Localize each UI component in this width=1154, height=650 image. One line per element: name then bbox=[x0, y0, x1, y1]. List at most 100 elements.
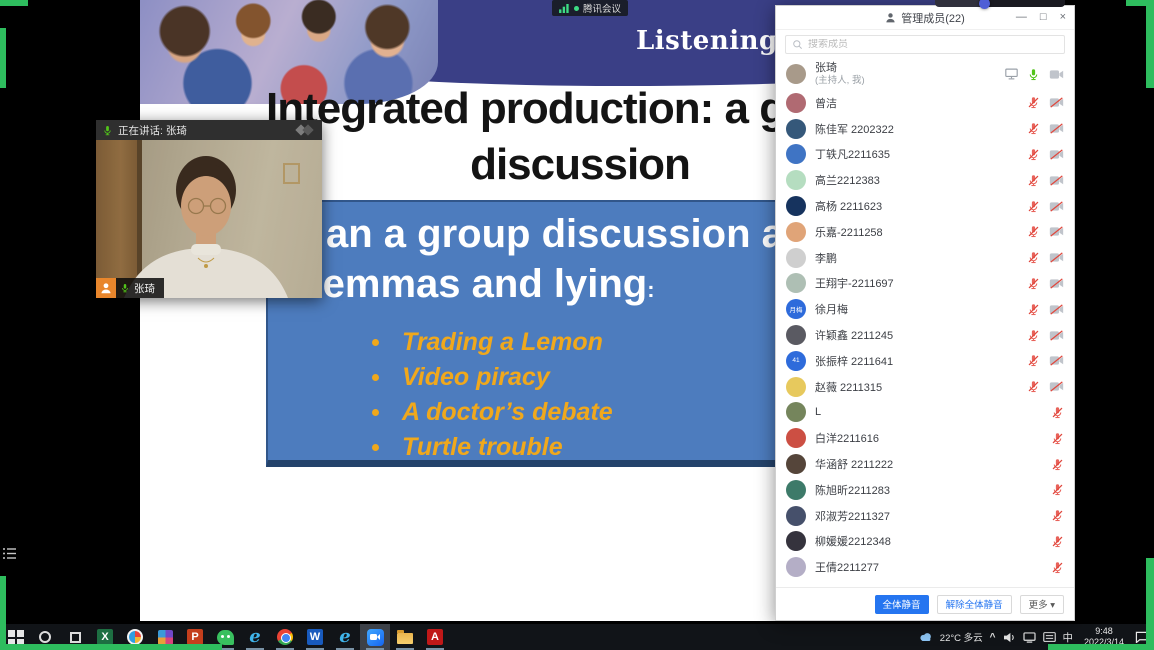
member-row[interactable]: 李鹏 bbox=[776, 245, 1074, 271]
mic-muted-icon[interactable] bbox=[1051, 432, 1064, 445]
recording-dot-icon bbox=[574, 6, 579, 11]
minimize-button[interactable]: — bbox=[1016, 12, 1027, 23]
member-row[interactable]: 邓淑芳2211327 bbox=[776, 503, 1074, 529]
speaking-label: 正在讲话: 张琦 bbox=[118, 123, 187, 138]
member-row[interactable]: 许颖鑫 2211245 bbox=[776, 322, 1074, 348]
member-row[interactable]: 高杨 2211623 bbox=[776, 193, 1074, 219]
hidden-icons-chevron[interactable]: ^ bbox=[990, 632, 996, 643]
member-name: 柳媛媛2212348 bbox=[815, 533, 891, 549]
camera-muted-icon[interactable] bbox=[1049, 175, 1064, 186]
desktop-list-icon[interactable] bbox=[2, 546, 18, 560]
member-row[interactable]: 王翔宇-2211697 bbox=[776, 271, 1074, 297]
camera-muted-icon[interactable] bbox=[1049, 149, 1064, 160]
member-name: 徐月梅 bbox=[815, 301, 848, 317]
mic-muted-icon[interactable] bbox=[1051, 406, 1064, 419]
network-icon[interactable] bbox=[1023, 632, 1036, 643]
mic-muted-icon[interactable] bbox=[1051, 561, 1064, 574]
member-row[interactable]: 王倩2211277 bbox=[776, 554, 1074, 580]
camera-muted-icon[interactable] bbox=[1049, 123, 1064, 134]
ime-indicator[interactable]: 中 bbox=[1063, 630, 1074, 645]
mic-muted-icon[interactable] bbox=[1027, 148, 1040, 161]
member-role-badge bbox=[96, 278, 116, 298]
mic-muted-icon[interactable] bbox=[1027, 225, 1040, 238]
tray-time: 9:48 bbox=[1095, 626, 1113, 636]
ie-icon-2[interactable]: e bbox=[330, 624, 360, 650]
ie-icon[interactable]: e bbox=[240, 624, 270, 650]
meeting-status-badge[interactable]: 腾讯会议 bbox=[552, 0, 628, 16]
mic-muted-icon[interactable] bbox=[1051, 483, 1064, 496]
weather-cloud-icon[interactable] bbox=[919, 632, 933, 642]
meeting-logo-icon bbox=[294, 123, 316, 137]
mic-muted-icon[interactable] bbox=[1051, 458, 1064, 471]
camera-muted-icon[interactable] bbox=[1049, 201, 1064, 212]
camera-muted-icon[interactable] bbox=[1049, 252, 1064, 263]
screen-share-icon[interactable] bbox=[1005, 68, 1018, 80]
mic-muted-icon[interactable] bbox=[1027, 303, 1040, 316]
unmute-all-button[interactable]: 解除全体静音 bbox=[937, 595, 1012, 614]
mic-muted-icon[interactable] bbox=[1027, 329, 1040, 342]
member-name: L bbox=[815, 406, 821, 418]
member-row[interactable]: 乐嘉-2211258 bbox=[776, 219, 1074, 245]
member-row[interactable]: 丁轶凡2211635 bbox=[776, 142, 1074, 168]
member-row[interactable]: 赵薇 2211315 bbox=[776, 374, 1074, 400]
member-row[interactable]: 白洋2211616 bbox=[776, 425, 1074, 451]
close-button[interactable]: × bbox=[1060, 12, 1066, 23]
member-row[interactable]: 柳媛媛2212348 bbox=[776, 529, 1074, 555]
member-row[interactable]: 41 张振梓 2211641 bbox=[776, 348, 1074, 374]
acrobat-icon[interactable]: A bbox=[420, 624, 450, 650]
member-avatar bbox=[786, 248, 806, 268]
mute-all-button[interactable]: 全体静音 bbox=[875, 595, 929, 614]
camera-muted-icon[interactable] bbox=[1049, 355, 1064, 366]
member-row[interactable]: 高兰2212383 bbox=[776, 167, 1074, 193]
camera-muted-icon[interactable] bbox=[1049, 97, 1064, 108]
member-row-host[interactable]: 张琦 (主持人, 我) bbox=[776, 58, 1074, 90]
mic-muted-icon[interactable] bbox=[1027, 174, 1040, 187]
member-row[interactable]: 曾洁 bbox=[776, 90, 1074, 116]
mic-muted-icon[interactable] bbox=[1027, 277, 1040, 290]
member-name: 高兰2212383 bbox=[815, 172, 880, 188]
member-row[interactable]: 月梅 徐月梅 bbox=[776, 296, 1074, 322]
slide-bullet-list: Trading a Lemon Video piracy A doctor’s … bbox=[370, 330, 613, 470]
mic-muted-icon[interactable] bbox=[1027, 380, 1040, 393]
chrome-icon[interactable] bbox=[270, 624, 300, 650]
more-button[interactable]: 更多 ▾ bbox=[1020, 595, 1064, 614]
file-explorer-icon[interactable] bbox=[390, 624, 420, 650]
member-row[interactable]: L bbox=[776, 400, 1074, 426]
speaker-icon[interactable] bbox=[1003, 632, 1016, 643]
mic-muted-icon[interactable] bbox=[1051, 509, 1064, 522]
members-icon bbox=[885, 12, 896, 23]
camera-muted-icon[interactable] bbox=[1049, 330, 1064, 341]
member-row[interactable]: 陈佳军 2202322 bbox=[776, 116, 1074, 142]
tencent-meeting-icon[interactable] bbox=[360, 624, 390, 650]
maximize-button[interactable]: □ bbox=[1040, 12, 1047, 23]
mic-muted-icon[interactable] bbox=[1027, 122, 1040, 135]
camera-off-icon[interactable] bbox=[1049, 69, 1064, 80]
camera-muted-icon[interactable] bbox=[1049, 226, 1064, 237]
video-titlebar[interactable]: 正在讲话: 张琦 bbox=[96, 120, 322, 140]
mic-muted-icon[interactable] bbox=[1027, 354, 1040, 367]
member-row[interactable]: 华涵舒 2211222 bbox=[776, 451, 1074, 477]
search-input[interactable] bbox=[808, 39, 1058, 50]
panel-titlebar[interactable]: 管理成员(22) — □ × bbox=[776, 6, 1074, 30]
slide-box-line2: dilemmas and lying: bbox=[276, 264, 655, 304]
member-name: 李鹏 bbox=[815, 250, 837, 266]
slide-bullet-item: Video piracy bbox=[370, 365, 613, 390]
keyboard-icon[interactable] bbox=[1043, 632, 1056, 642]
mic-muted-icon[interactable] bbox=[1027, 251, 1040, 264]
speaker-video-window[interactable]: 正在讲话: 张琦 张琦 bbox=[96, 120, 322, 298]
mic-muted-icon[interactable] bbox=[1051, 535, 1064, 548]
weather-text[interactable]: 22°C 多云 bbox=[940, 630, 983, 644]
volume-slider[interactable] bbox=[935, 0, 1065, 7]
mic-muted-icon[interactable] bbox=[1027, 96, 1040, 109]
member-name: 高杨 2211623 bbox=[815, 198, 882, 214]
member-avatar bbox=[786, 93, 806, 113]
member-name: 王翔宇-2211697 bbox=[815, 275, 894, 291]
member-search-box[interactable] bbox=[785, 35, 1065, 54]
mic-muted-icon[interactable] bbox=[1027, 200, 1040, 213]
camera-muted-icon[interactable] bbox=[1049, 278, 1064, 289]
mic-on-icon[interactable] bbox=[1027, 68, 1040, 81]
word-icon[interactable]: W bbox=[300, 624, 330, 650]
camera-muted-icon[interactable] bbox=[1049, 381, 1064, 392]
member-row[interactable]: 陈旭昕2211283 bbox=[776, 477, 1074, 503]
camera-muted-icon[interactable] bbox=[1049, 304, 1064, 315]
